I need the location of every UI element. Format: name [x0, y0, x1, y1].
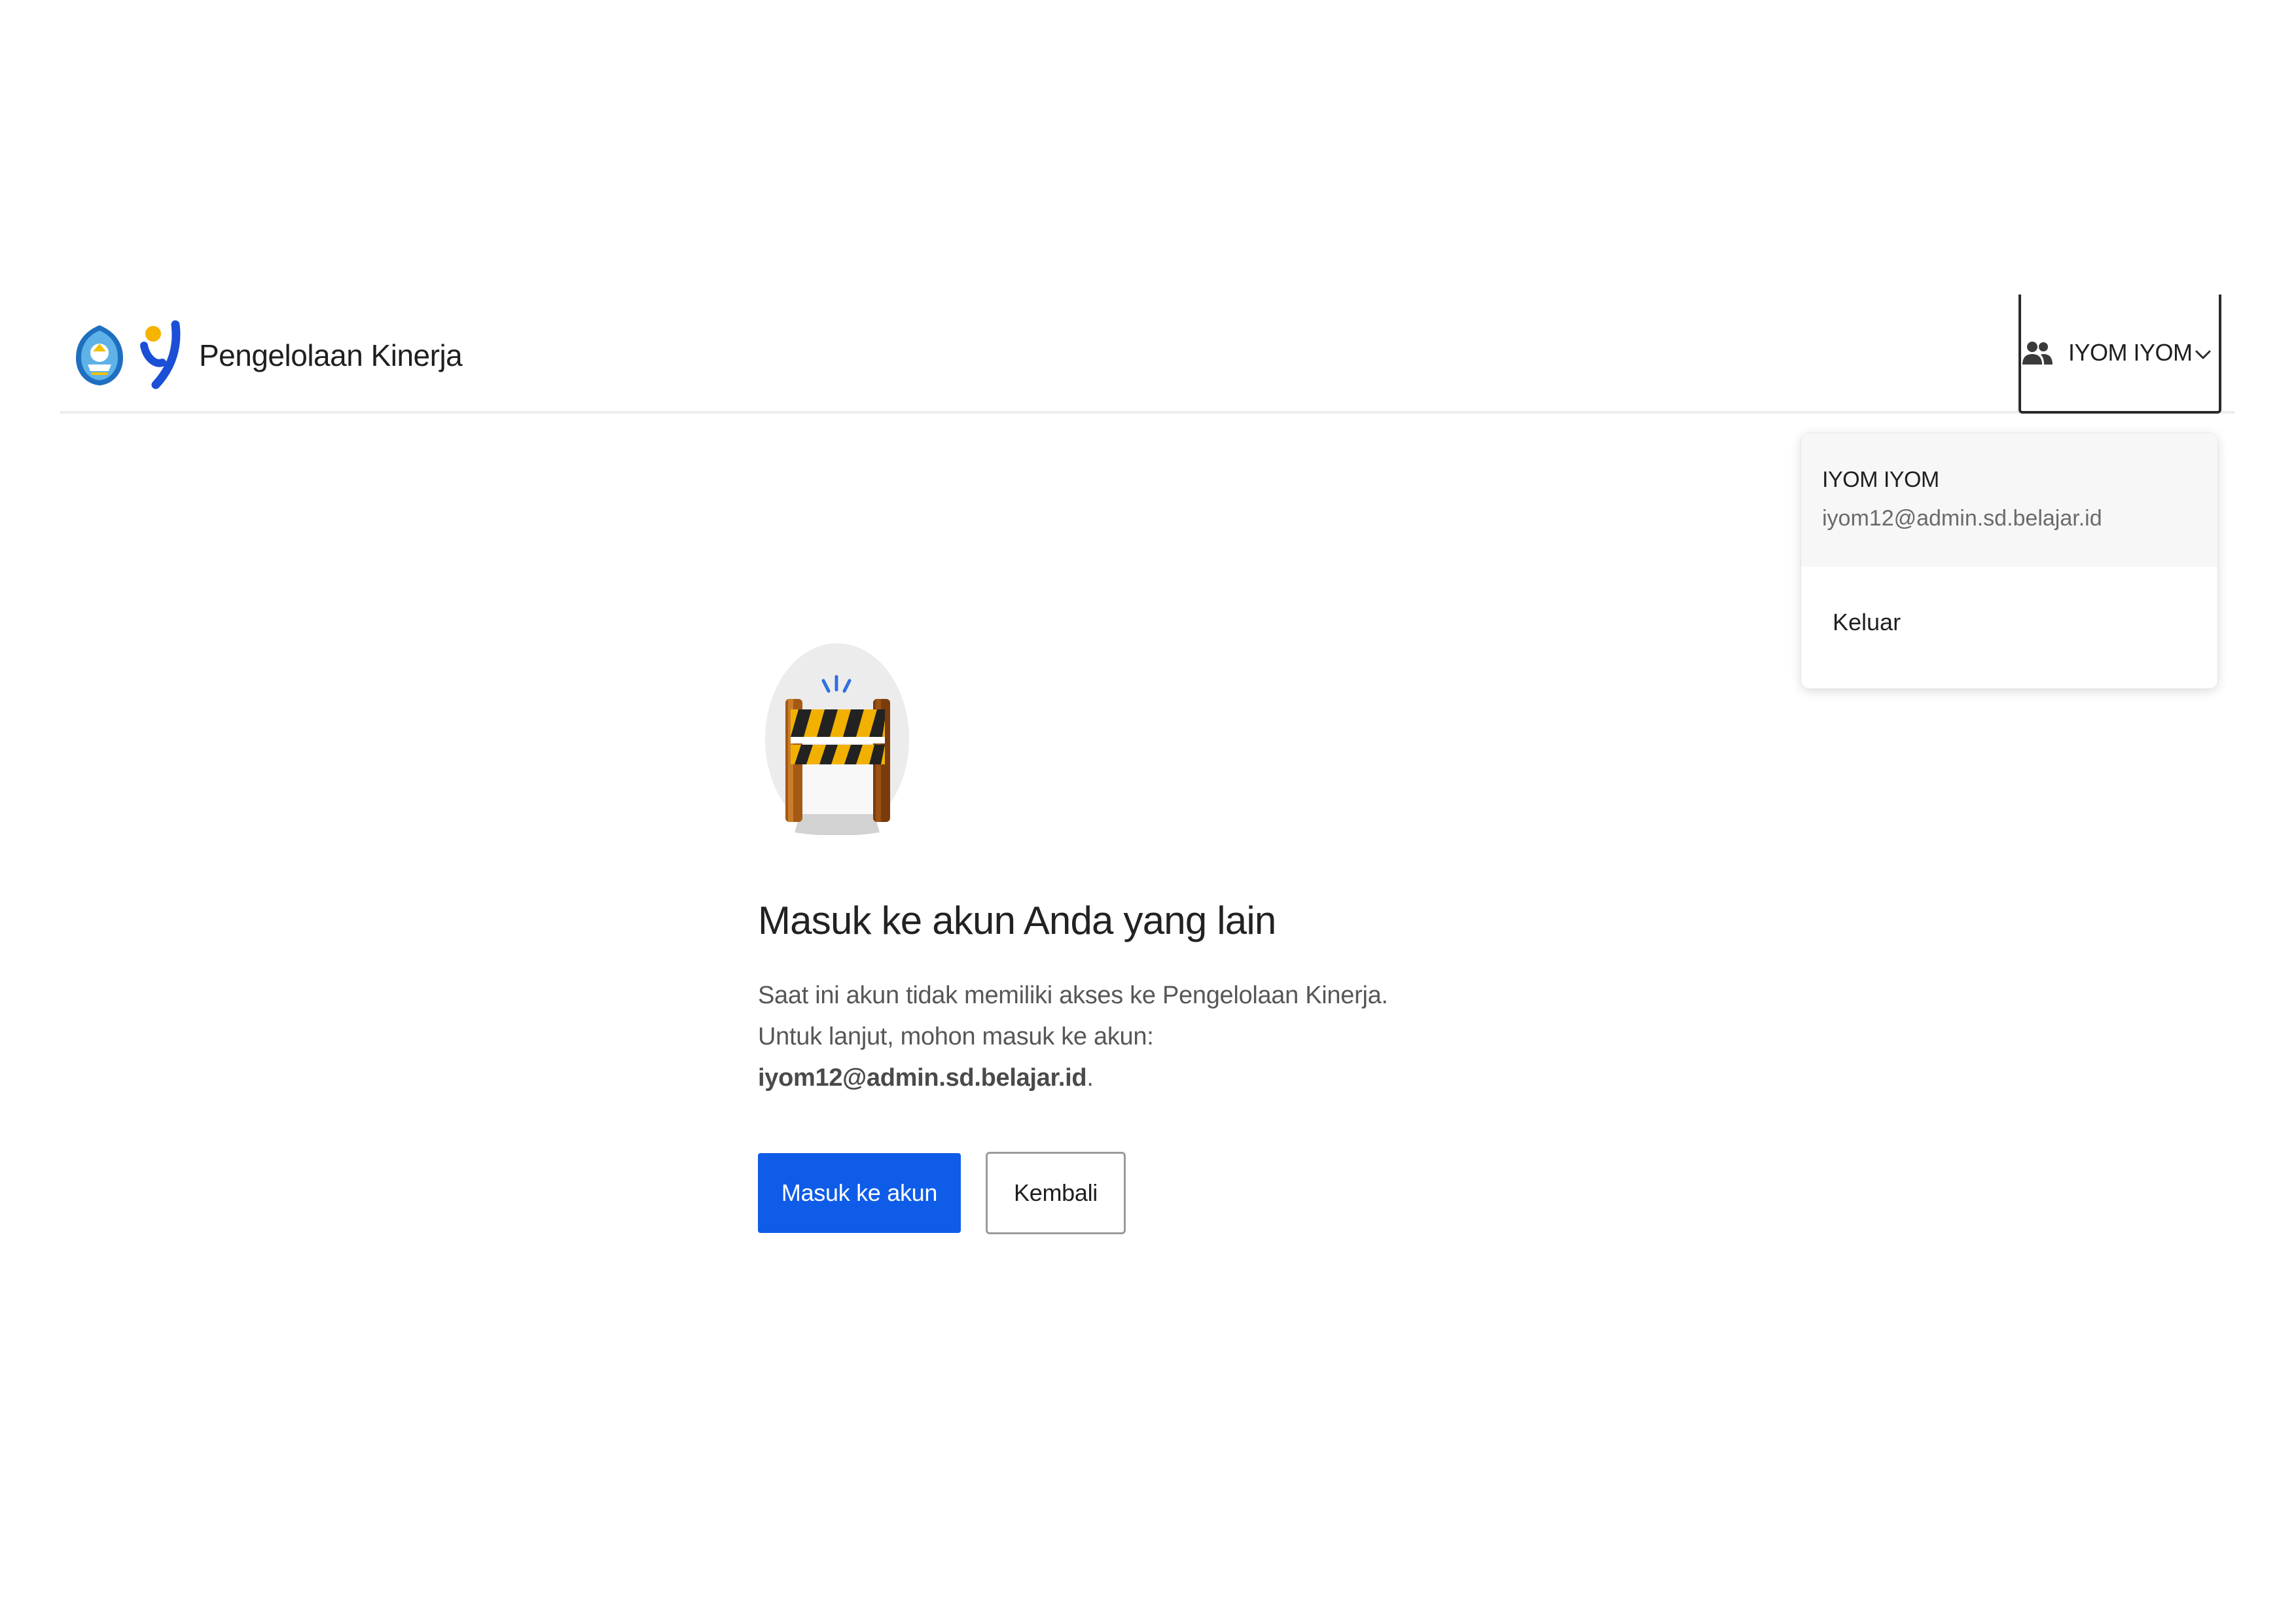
page-heading: Masuk ke akun Anda yang lain [758, 899, 1276, 942]
description-line-2: Untuk lanjut, mohon masuk ke akun: [758, 1023, 1154, 1050]
people-icon [2022, 342, 2053, 365]
description-line-3: iyom12@admin.sd.belajar.id. [758, 1058, 1412, 1099]
description-line-1: Saat ini akun tidak memiliki akses ke Pe… [758, 982, 1388, 1009]
description-period: . [1086, 1064, 1094, 1092]
required-account-email: iyom12@admin.sd.belajar.id [758, 1064, 1087, 1092]
user-dropdown-menu: IYOM IYOM iyom12@admin.sd.belajar.id Kel… [1801, 433, 2217, 688]
dropdown-user-name: IYOM IYOM [1822, 467, 1939, 492]
sign-in-account-button[interactable]: Masuk ke akun [758, 1153, 961, 1233]
access-description: Saat ini akun tidak memiliki akses ke Pe… [758, 975, 1412, 1099]
tut-wuri-handayani-emblem-icon [76, 325, 123, 385]
chevron-down-icon [2195, 350, 2211, 359]
dropdown-profile: IYOM IYOM iyom12@admin.sd.belajar.id [1801, 433, 2217, 567]
page: Pengelolaan Kinerja IYOM IYOM IYOM IYOM … [0, 0, 2296, 1623]
brand-figure-icon [140, 320, 181, 389]
back-button[interactable]: Kembali [986, 1152, 1126, 1234]
logout-menu-item[interactable]: Keluar [1801, 567, 2217, 688]
dropdown-user-email: iyom12@admin.sd.belajar.id [1822, 506, 2102, 531]
user-menu-label: IYOM IYOM [2068, 339, 2193, 366]
road-barrier-icon [765, 643, 909, 835]
app-header: Pengelolaan Kinerja IYOM IYOM [60, 294, 2234, 414]
app-title: Pengelolaan Kinerja [199, 338, 463, 372]
user-menu-button[interactable]: IYOM IYOM [2018, 294, 2221, 414]
brand[interactable]: Pengelolaan Kinerja [75, 319, 463, 391]
